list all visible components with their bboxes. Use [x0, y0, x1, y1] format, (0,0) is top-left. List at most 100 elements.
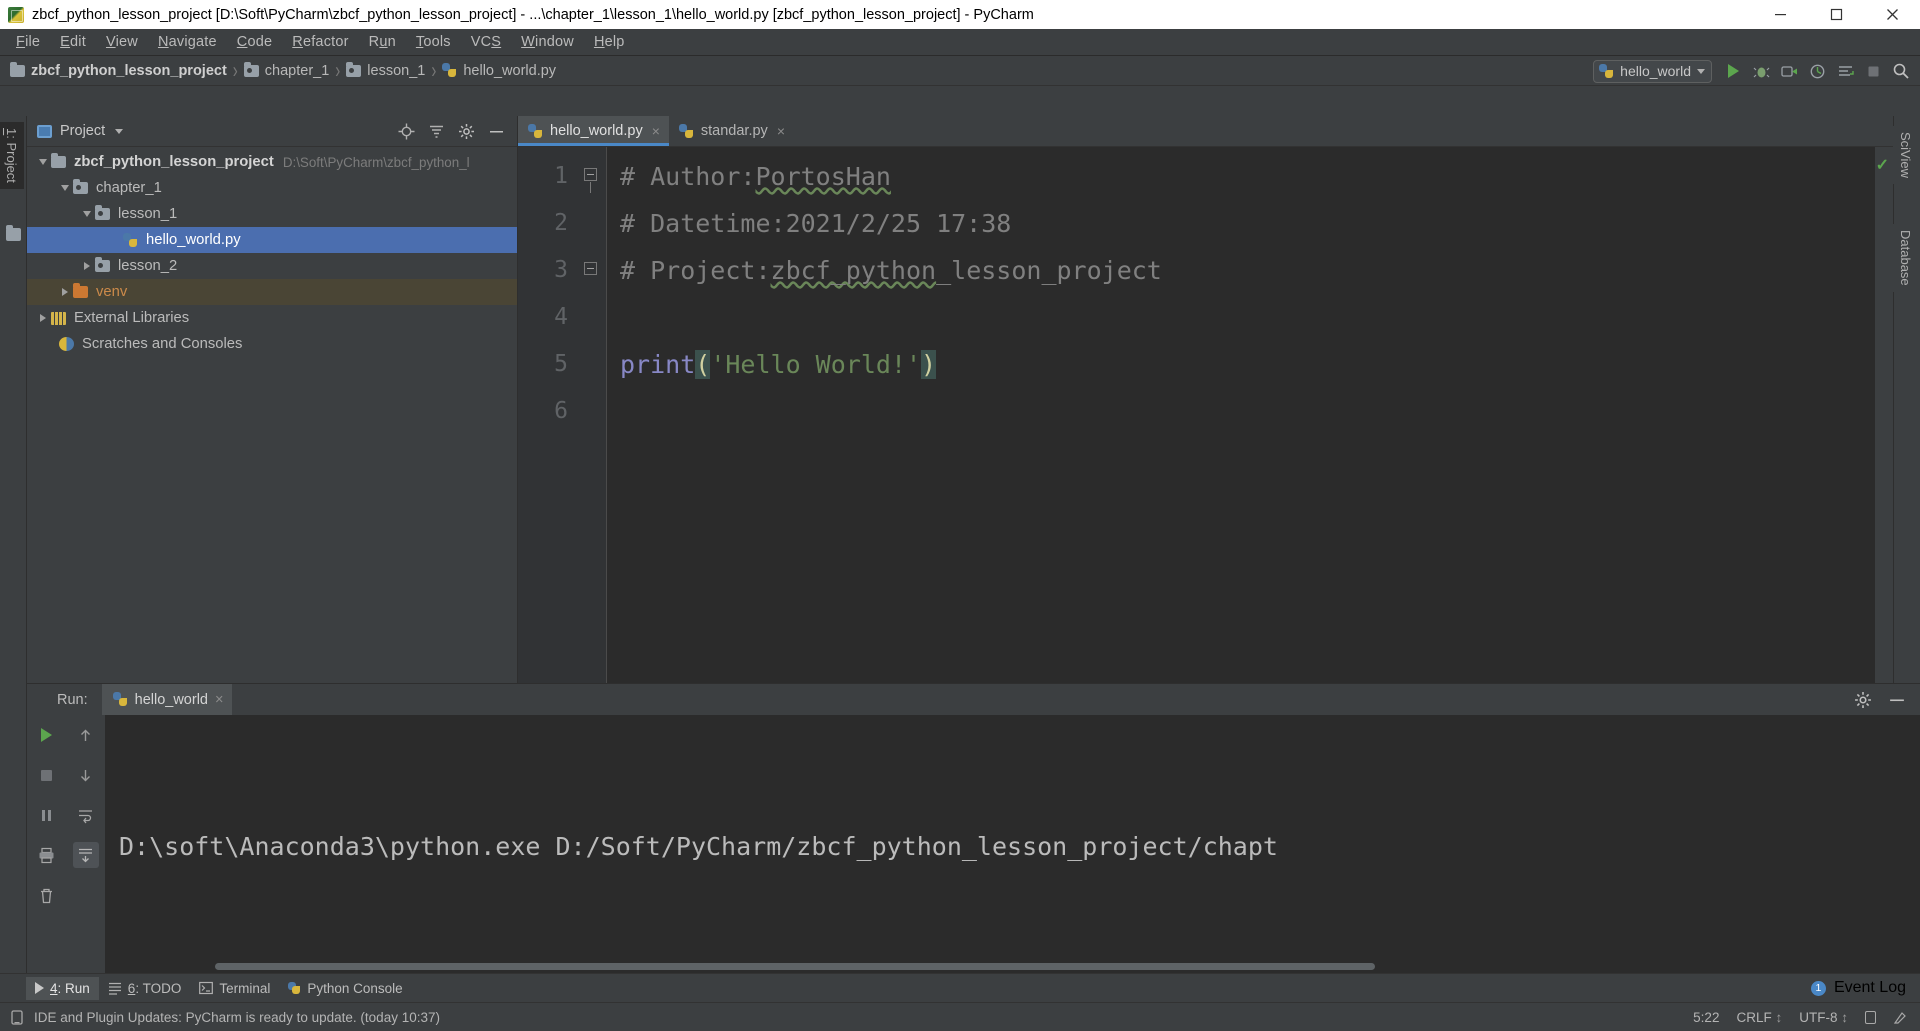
close-button[interactable] — [1864, 0, 1920, 29]
trash-button[interactable] — [34, 882, 60, 908]
run-tab-hello-world[interactable]: hello_world × — [101, 684, 233, 715]
tree-row-lesson-1[interactable]: lesson_1 — [27, 201, 517, 227]
menu-file[interactable]: File — [6, 31, 50, 54]
close-icon[interactable]: × — [652, 123, 660, 139]
breadcrumb-item-project[interactable]: zbcf_python_lesson_project — [8, 61, 229, 81]
scrollbar-thumb[interactable] — [215, 963, 1375, 970]
toolwindow-button-terminal[interactable]: Terminal — [190, 977, 279, 1000]
settings-gear-icon[interactable] — [458, 123, 475, 140]
rerun-button[interactable] — [34, 722, 60, 748]
inspection-ok-icon[interactable]: ✓ — [1876, 155, 1889, 175]
target-locate-icon[interactable] — [398, 123, 415, 140]
debug-button[interactable] — [1748, 58, 1774, 84]
chevron-collapsed-icon[interactable] — [57, 288, 73, 296]
toolwindow-button-todo[interactable]: 6: TODO — [99, 977, 191, 1000]
sidebar-tab-project[interactable]: 1: Project — [0, 122, 24, 189]
menu-help[interactable]: Help — [584, 31, 635, 54]
sidebar-tab-database[interactable]: Database — [1893, 224, 1918, 292]
code-line-2: # Datetime:2021/2/25 17:38 — [606, 200, 1893, 247]
down-stacktrace-button[interactable] — [73, 762, 99, 788]
window-controls — [1752, 0, 1920, 29]
code-paren-close: ) — [921, 350, 937, 379]
caret-position[interactable]: 5:22 — [1693, 1010, 1719, 1025]
console-horizontal-scrollbar[interactable] — [105, 962, 1920, 971]
tree-row-scratches-and-consoles[interactable]: Scratches and Consoles — [27, 331, 517, 357]
encoding-widget[interactable]: UTF-8 ↕ — [1799, 1010, 1848, 1025]
toolwindow-button-run[interactable]: 4: Run — [26, 976, 99, 1000]
project-panel-actions — [398, 123, 511, 140]
event-log-label[interactable]: Event Log — [1834, 979, 1906, 997]
toolwindow-button-python-console[interactable]: Python Console — [279, 977, 411, 1000]
collapse-all-icon[interactable] — [428, 123, 445, 140]
event-log-area[interactable]: 1 Event Log — [1810, 979, 1920, 997]
chevron-down-icon — [1697, 68, 1705, 74]
hide-minus-icon[interactable] — [488, 123, 505, 140]
tree-row-external-libraries[interactable]: External Libraries — [27, 305, 517, 331]
close-icon[interactable]: × — [215, 692, 223, 708]
scroll-to-end-button[interactable] — [72, 842, 99, 868]
python-icon — [288, 981, 301, 995]
status-message[interactable]: IDE and Plugin Updates: PyCharm is ready… — [34, 1010, 440, 1025]
chevron-collapsed-icon[interactable] — [35, 314, 51, 322]
tree-row-label: lesson_1 — [118, 206, 178, 222]
editor-tab-standar[interactable]: standar.py × — [668, 116, 794, 146]
run-with-console-button[interactable] — [1832, 58, 1858, 84]
run-configuration-selector[interactable]: hello_world — [1593, 59, 1712, 83]
menu-run[interactable]: Run — [359, 31, 406, 54]
menu-tools[interactable]: Tools — [406, 31, 461, 54]
code-fold-icon[interactable] — [584, 262, 597, 275]
soft-wrap-button[interactable] — [73, 802, 99, 828]
stop-button[interactable] — [1860, 58, 1886, 84]
chevron-down-icon[interactable] — [115, 128, 124, 134]
menu-edit[interactable]: Edit — [50, 31, 96, 54]
menu-refactor[interactable]: Refactor — [282, 31, 358, 54]
chevron-collapsed-icon[interactable] — [79, 262, 95, 270]
encoding-value: UTF-8 — [1799, 1009, 1838, 1025]
run-coverage-button[interactable] — [1776, 58, 1802, 84]
sidebar-tab-sciview[interactable]: SciView — [1893, 126, 1918, 185]
notification-icon[interactable] — [10, 1009, 24, 1025]
tree-row-hello-world-py[interactable]: hello_world.py — [27, 227, 517, 253]
line-number: 4 — [554, 304, 568, 330]
run-button[interactable] — [1720, 58, 1746, 84]
tree-row-lesson-2[interactable]: lesson_2 — [27, 253, 517, 279]
menu-vcs[interactable]: VCS — [461, 31, 511, 54]
menu-navigate[interactable]: Navigate — [148, 31, 227, 54]
inspection-profile-icon[interactable] — [1893, 1010, 1908, 1025]
menu-window[interactable]: Window — [511, 31, 584, 54]
run-triangle-icon — [41, 728, 52, 742]
editor-tab-hello-world[interactable]: hello_world.py × — [518, 116, 669, 146]
editor-tab-label: hello_world.py — [550, 123, 643, 139]
print-button[interactable] — [34, 842, 60, 868]
read-only-lock-icon[interactable] — [1865, 1010, 1876, 1024]
menu-file-rest: ile — [25, 33, 41, 50]
minimize-button[interactable] — [1752, 0, 1808, 29]
breadcrumb-item-lesson1[interactable]: lesson_1 — [344, 61, 427, 81]
settings-gear-icon[interactable] — [1854, 691, 1872, 709]
hide-minus-icon[interactable] — [1888, 691, 1906, 709]
breadcrumb-item-file[interactable]: hello_world.py — [440, 61, 558, 81]
close-icon[interactable]: × — [777, 123, 785, 139]
code-fold-icon[interactable] — [584, 168, 597, 193]
stop-button[interactable] — [34, 762, 60, 788]
chevron-expanded-icon[interactable] — [35, 158, 51, 166]
chevron-expanded-icon[interactable] — [57, 184, 73, 192]
run-console-output[interactable]: D:\soft\Anaconda3\python.exe D:/Soft/PyC… — [105, 715, 1920, 973]
tree-row-project-root[interactable]: zbcf_python_lesson_project D:\Soft\PyCha… — [27, 149, 517, 175]
tree-row-venv[interactable]: venv — [27, 279, 517, 305]
tree-row-chapter-1[interactable]: chapter_1 — [27, 175, 517, 201]
menu-view[interactable]: View — [96, 31, 148, 54]
code-string: 'Hello World!' — [710, 350, 922, 379]
maximize-button[interactable] — [1808, 0, 1864, 29]
line-number: 6 — [554, 398, 568, 424]
up-stacktrace-button[interactable] — [73, 722, 99, 748]
line-separator-widget[interactable]: CRLF ↕ — [1736, 1010, 1782, 1025]
menu-code[interactable]: Code — [227, 31, 282, 54]
search-everywhere-button[interactable] — [1888, 58, 1914, 84]
breadcrumb-item-chapter1[interactable]: chapter_1 — [242, 61, 332, 81]
chevron-expanded-icon[interactable] — [79, 210, 95, 218]
project-panel-title: Project — [60, 123, 106, 139]
profile-button[interactable] — [1804, 58, 1830, 84]
pause-button[interactable] — [34, 802, 60, 828]
